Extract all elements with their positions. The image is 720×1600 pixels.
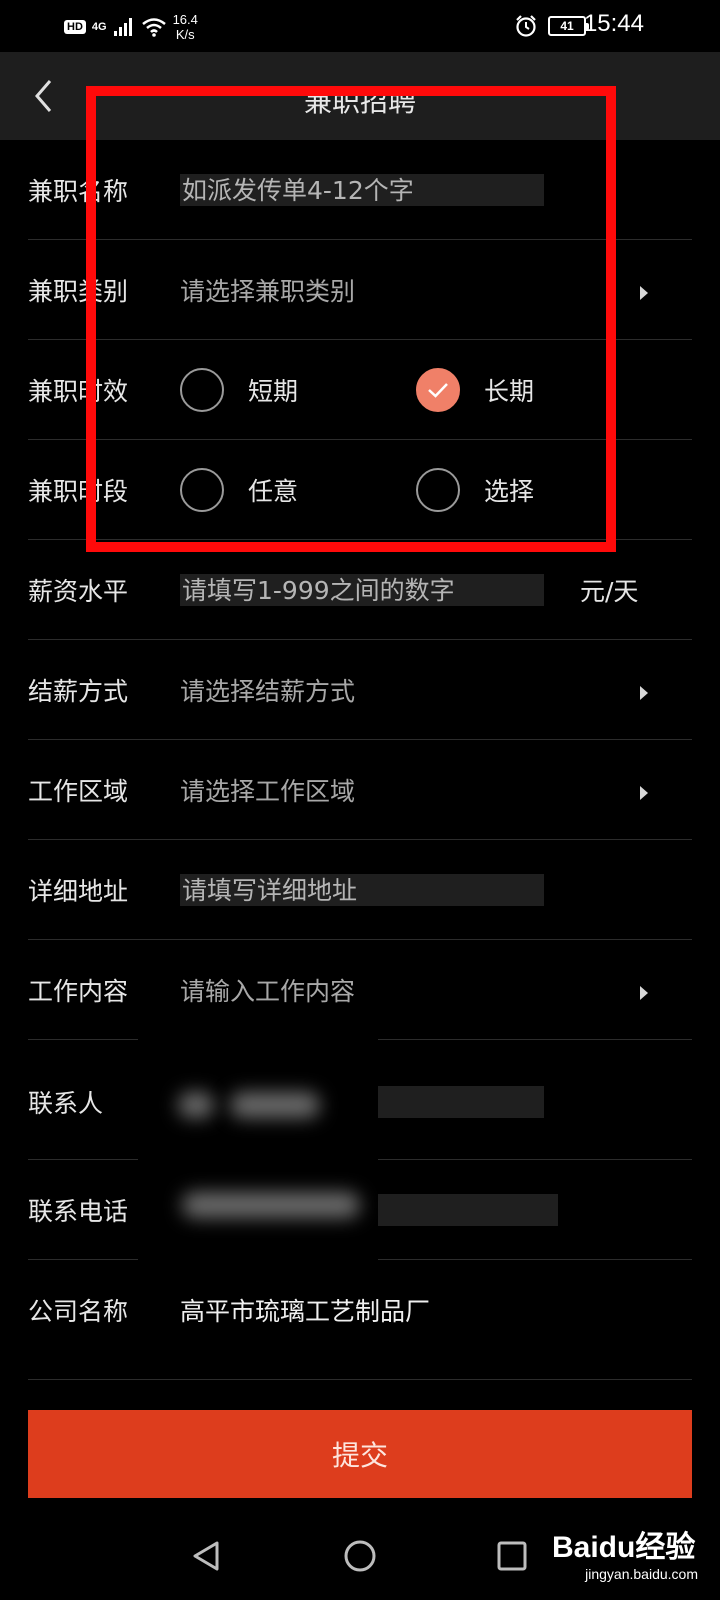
company-name-label: 公司名称	[28, 1297, 129, 1326]
battery-level: 41	[560, 19, 574, 33]
row-salary: 薪资水平 元/天	[28, 540, 692, 640]
row-work-area[interactable]: 工作区域 请选择工作区域	[28, 740, 692, 840]
nav-home-button[interactable]	[336, 1532, 384, 1580]
contact-phone-label: 联系电话	[28, 1197, 129, 1226]
alarm-icon	[516, 15, 536, 37]
baidu-watermark: Baidu经验 jingyan.baidu.com	[552, 1518, 702, 1588]
row-address: 详细地址	[28, 840, 692, 940]
caret-right-icon	[640, 686, 648, 700]
wifi-icon	[141, 18, 166, 37]
speed-value: 16.4	[172, 12, 198, 27]
highlight-box	[86, 86, 616, 552]
caret-right-icon	[640, 986, 648, 1000]
redacted-contact-person	[178, 1092, 214, 1118]
hd-badge: HD	[64, 20, 86, 34]
work-content-select[interactable]: 请输入工作内容	[180, 972, 355, 1008]
salary-label: 薪资水平	[28, 577, 129, 606]
square-recent-icon	[497, 1541, 527, 1571]
work-content-label: 工作内容	[28, 977, 129, 1006]
circle-home-icon	[344, 1540, 376, 1572]
battery-indicator: 41	[548, 16, 589, 36]
network-type: 4G	[91, 20, 107, 33]
nav-recent-button[interactable]	[488, 1532, 536, 1580]
network-speed: 16.4 K/s	[173, 12, 198, 42]
salary-input[interactable]	[180, 574, 544, 606]
status-bar: HD 4G 16.4 K/s 41 15:44	[0, 0, 720, 52]
status-left: HD 4G 16.4 K/s	[64, 12, 198, 42]
caret-right-icon	[640, 786, 648, 800]
row-payment-method[interactable]: 结薪方式 请选择结薪方式	[28, 640, 692, 740]
company-name-value[interactable]: 高平市琉璃工艺制品厂	[180, 1292, 430, 1328]
address-label: 详细地址	[28, 877, 129, 906]
triangle-back-icon	[193, 1541, 219, 1571]
submit-button[interactable]: 提交	[28, 1410, 692, 1498]
salary-unit: 元/天	[580, 577, 639, 606]
payment-method-select[interactable]: 请选择结薪方式	[180, 672, 355, 708]
payment-method-label: 结薪方式	[28, 677, 129, 706]
work-area-select[interactable]: 请选择工作区域	[180, 772, 355, 808]
signal-icon	[113, 18, 132, 36]
contact-person-label: 联系人	[28, 1089, 104, 1118]
watermark-main: Baidu经验	[552, 1531, 696, 1564]
redacted-area	[138, 1020, 378, 1260]
caret-right-icon	[640, 286, 648, 300]
nav-back-button[interactable]	[182, 1532, 230, 1580]
row-company-name: 公司名称 高平市琉璃工艺制品厂	[28, 1260, 692, 1380]
redacted-contact-phone	[182, 1192, 360, 1218]
speed-unit: K/s	[175, 27, 195, 42]
clock: 15:44	[583, 10, 644, 37]
work-area-label: 工作区域	[28, 777, 129, 806]
redacted-contact-person	[230, 1092, 320, 1118]
address-input[interactable]	[180, 874, 544, 906]
watermark-sub: jingyan.baidu.com	[585, 1566, 698, 1582]
